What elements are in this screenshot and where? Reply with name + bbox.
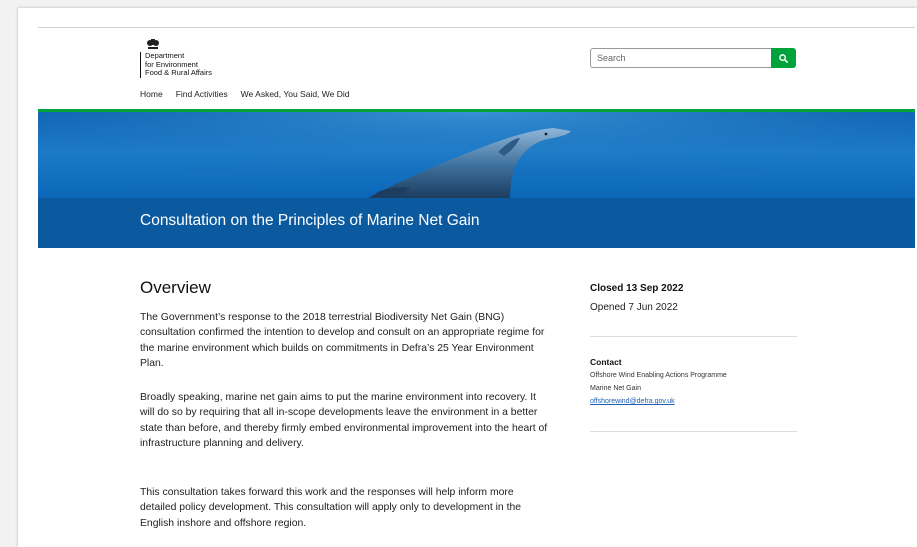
sidebar-divider xyxy=(590,336,797,337)
sidebar-divider xyxy=(590,431,797,432)
page-title: Consultation on the Principles of Marine… xyxy=(140,212,480,229)
overview-paragraph: This consultation takes forward this wor… xyxy=(140,487,522,529)
search-icon xyxy=(779,53,788,63)
opened-date: Opened 7 Jun 2022 xyxy=(590,302,678,313)
main-nav: Home Find Activities We Asked, You Said,… xyxy=(140,89,350,99)
title-bar: Consultation on the Principles of Marine… xyxy=(38,198,915,248)
contact-org: Offshore Wind Enabling Actions Programme xyxy=(590,372,727,379)
overview-heading: Overview xyxy=(140,278,211,297)
contact-label: Contact xyxy=(590,357,622,367)
search-button[interactable] xyxy=(771,48,796,68)
royal-crest-icon xyxy=(147,39,159,49)
nav-we-asked[interactable]: We Asked, You Said, We Did xyxy=(241,89,350,99)
nav-find-activities[interactable]: Find Activities xyxy=(176,89,228,99)
overview-paragraph: Broadly speaking, marine net gain aims t… xyxy=(140,392,548,449)
overview-paragraph: The Government’s response to the 2018 te… xyxy=(140,312,545,369)
dolphin-image xyxy=(38,112,915,198)
top-divider xyxy=(38,27,915,28)
logo-line-3: Food & Rural Affairs xyxy=(145,68,212,77)
nav-home[interactable]: Home xyxy=(140,89,163,99)
contact-email-link[interactable]: offshorewind@defra.gov.uk xyxy=(590,398,675,405)
page: Department for Environment Food & Rural … xyxy=(18,8,917,547)
search-form xyxy=(590,48,796,68)
contact-team: Marine Net Gain xyxy=(590,385,641,392)
hero-image xyxy=(38,112,915,198)
search-input[interactable] xyxy=(590,48,771,68)
logo-text: Department for Environment Food & Rural … xyxy=(140,51,265,78)
closed-date: Closed 13 Sep 2022 xyxy=(590,283,684,294)
